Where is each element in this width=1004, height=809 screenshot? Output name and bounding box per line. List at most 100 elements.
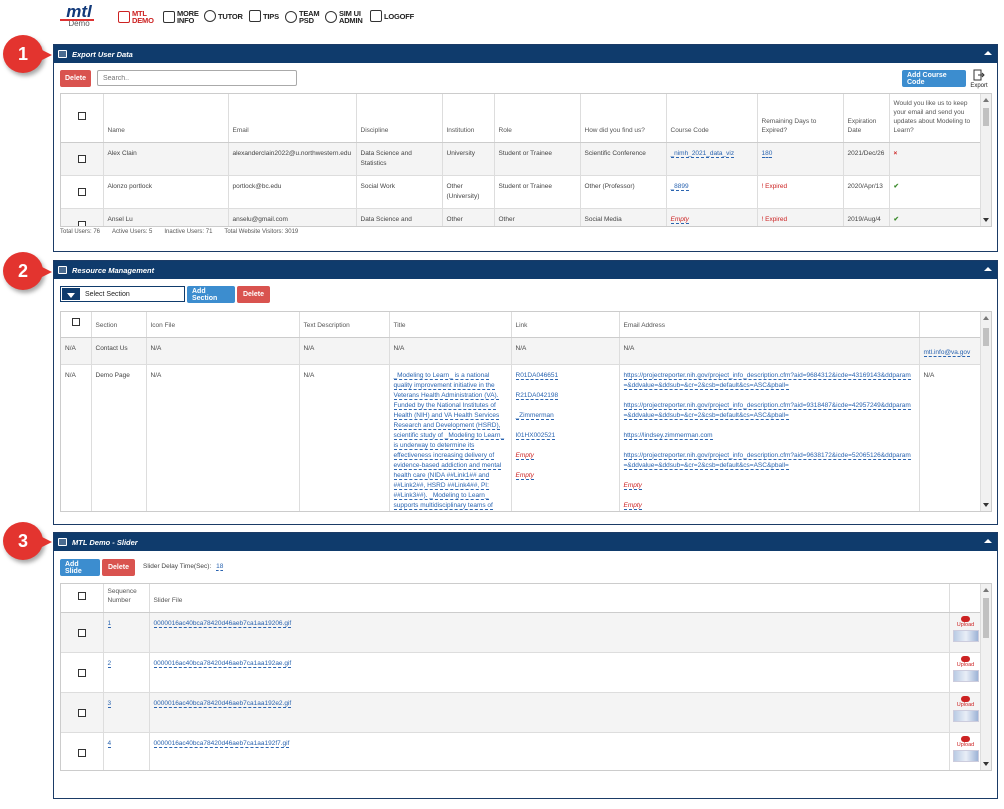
total-visitors: Total Website Visitors: 3019 bbox=[224, 229, 299, 235]
nav-item-mtl[interactable]: MTL DEMO bbox=[118, 10, 154, 24]
resource-url[interactable]: https://projectreporter.nih.gov/project_… bbox=[623, 401, 911, 420]
row-checkbox[interactable] bbox=[77, 708, 86, 717]
remaining-days[interactable]: 180 bbox=[757, 142, 844, 176]
slider-delay-value[interactable]: 18 bbox=[216, 563, 224, 571]
nav-item-team[interactable]: TEAM PSD bbox=[285, 10, 320, 24]
slider-panel-header[interactable]: MTL Demo - Slider bbox=[54, 533, 997, 551]
slide-thumbnail bbox=[952, 750, 979, 762]
slider-file[interactable]: 0000016ac40bca78420d46aeb7ca1aa192ae.gif bbox=[149, 652, 950, 693]
row-checkbox[interactable] bbox=[77, 668, 86, 677]
user-search-input[interactable] bbox=[97, 70, 297, 86]
mtl-logo[interactable]: mtl Demo bbox=[58, 2, 100, 28]
delete-section-button[interactable]: Delete bbox=[237, 286, 270, 303]
upload-label[interactable]: Upload bbox=[951, 702, 981, 709]
nav-item-tutor[interactable]: TUTOR bbox=[204, 10, 243, 22]
select-all-users-checkbox[interactable] bbox=[77, 111, 86, 120]
table-row[interactable]: 1 0000016ac40bca78420d46aeb7ca1aa19206.gi… bbox=[61, 612, 983, 653]
upload-cell[interactable]: Upload bbox=[949, 732, 983, 770]
upload-cell[interactable]: Upload bbox=[949, 692, 983, 733]
select-all-resources-checkbox[interactable] bbox=[71, 318, 80, 327]
nav-item-tips[interactable]: TIPS bbox=[249, 10, 279, 22]
remaining-days: ! Expired bbox=[757, 208, 844, 226]
slider-file[interactable]: 0000016ac40bca78420d46aeb7ca1aa19206.gif bbox=[149, 612, 950, 653]
slides-table-scrollbar[interactable] bbox=[980, 584, 991, 770]
slider-panel: MTL Demo - Slider Add Slide Delete Slide… bbox=[53, 532, 998, 799]
table-row[interactable]: 2 0000016ac40bca78420d46aeb7ca1aa192ae.gi… bbox=[61, 652, 983, 693]
active-users: Active Users: 5 bbox=[112, 229, 153, 235]
course-code[interactable]: Empty bbox=[666, 208, 758, 226]
add-course-code-button[interactable]: Add Course Code bbox=[902, 70, 966, 87]
resource-title: N/A bbox=[389, 337, 512, 365]
users-table-scrollbar[interactable] bbox=[980, 94, 991, 226]
collapse-caret-icon[interactable] bbox=[984, 267, 992, 271]
slider-file[interactable]: 0000016ac40bca78420d46aeb7ca1aa192e2.gif bbox=[149, 692, 950, 733]
table-row[interactable]: N/A Demo Page N/A N/A _Modeling to Learn_ is… bbox=[61, 364, 983, 511]
resource-link: N/A bbox=[511, 337, 620, 365]
nav-item-label: MTL DEMO bbox=[132, 9, 154, 25]
logo-text: mtl bbox=[66, 2, 92, 21]
table-row[interactable]: Ansel Lu anselu@gmail.com Data Science and… bbox=[61, 208, 983, 226]
table-row[interactable]: 4 0000016ac40bca78420d46aeb7ca1aa192f7.gi… bbox=[61, 732, 983, 770]
delete-slide-button[interactable]: Delete bbox=[102, 559, 135, 576]
collapse-caret-icon[interactable] bbox=[984, 539, 992, 543]
resource-extra: N/A bbox=[919, 364, 983, 511]
resource-na: N/A bbox=[61, 364, 92, 511]
sequence-number[interactable]: 3 bbox=[103, 692, 150, 733]
add-slide-button[interactable]: Add Slide bbox=[60, 559, 100, 576]
upload-label[interactable]: Upload bbox=[951, 742, 981, 749]
row-checkbox[interactable] bbox=[77, 187, 86, 196]
table-row[interactable]: Alonzo portlock portlock@bc.edu Social Wor… bbox=[61, 175, 983, 209]
user-discipline: Data Science and Statistics bbox=[356, 208, 443, 226]
resource-url[interactable]: Empty bbox=[623, 501, 642, 510]
row-checkbox[interactable] bbox=[77, 748, 86, 757]
upload-label[interactable]: Upload bbox=[951, 662, 981, 669]
course-code[interactable]: _8899 bbox=[666, 175, 758, 209]
select-all-slides-checkbox[interactable] bbox=[77, 592, 86, 600]
slider-delay-label: Slider Delay Time(Sec): bbox=[143, 563, 212, 570]
course-code[interactable]: _nimh_2021_data_viz bbox=[666, 142, 758, 176]
table-row[interactable]: Alex Clain alexanderclain2022@u.northwest… bbox=[61, 142, 983, 176]
add-section-button[interactable]: Add Section bbox=[187, 286, 235, 303]
resources-table-scrollbar[interactable] bbox=[980, 312, 991, 511]
resource-title[interactable]: _Modeling to Learn_ is a national qualit… bbox=[389, 364, 512, 511]
resource-link[interactable]: R21DA042198 bbox=[515, 391, 559, 400]
row-checkbox[interactable] bbox=[77, 154, 86, 163]
callout-2: 2 bbox=[3, 252, 52, 290]
slides-table: Sequence Number Slider File 1 0000016ac40bc… bbox=[60, 583, 992, 771]
nav-item-sim-ui[interactable]: SIM UI ADMIN bbox=[325, 10, 363, 24]
nav-item-more[interactable]: MORE INFO bbox=[163, 10, 199, 24]
export-button[interactable]: Export bbox=[968, 69, 990, 89]
resource-contact-email[interactable]: mtl.info@va.gov bbox=[919, 337, 983, 365]
resource-links: R01DA046651 R21DA042198 _Zimmerman I01HX002… bbox=[511, 364, 620, 511]
resource-link[interactable]: Empty bbox=[515, 451, 534, 460]
resource-link[interactable]: I01HX002521 bbox=[515, 431, 556, 440]
resource-panel-header[interactable]: Resource Management bbox=[54, 261, 997, 279]
nav-item-logoff[interactable]: LOGOFF bbox=[370, 10, 414, 22]
upload-cell[interactable]: Upload bbox=[949, 612, 983, 653]
upload-cell[interactable]: Upload bbox=[949, 652, 983, 693]
resource-link[interactable]: R01DA046651 bbox=[515, 371, 559, 380]
sequence-number[interactable]: 1 bbox=[103, 612, 150, 653]
upload-label[interactable]: Upload bbox=[951, 622, 981, 629]
collapse-caret-icon[interactable] bbox=[984, 51, 992, 55]
resource-url[interactable]: https://projectreporter.nih.gov/project_… bbox=[623, 451, 911, 470]
sequence-number[interactable]: 4 bbox=[103, 732, 150, 770]
table-row[interactable]: N/A Contact Us N/A N/A N/A N/A N/A mtl.info@va.… bbox=[61, 337, 983, 365]
section-select[interactable]: Select Section bbox=[60, 286, 185, 302]
export-panel-header[interactable]: Export User Data bbox=[54, 45, 997, 63]
section-select-value: Select Section bbox=[85, 290, 130, 298]
resource-link[interactable]: Empty bbox=[515, 471, 534, 480]
slider-file[interactable]: 0000016ac40bca78420d46aeb7ca1aa192f7.gif bbox=[149, 732, 950, 770]
resource-link[interactable]: _Zimmerman bbox=[515, 411, 554, 420]
resource-url[interactable]: https://projectreporter.nih.gov/project_… bbox=[623, 371, 911, 390]
gear-icon bbox=[325, 11, 337, 23]
sequence-number[interactable]: 2 bbox=[103, 652, 150, 693]
resource-na: N/A bbox=[61, 337, 92, 365]
resource-url[interactable]: https://lindsey.zimmerman.com bbox=[623, 431, 713, 440]
delete-users-button[interactable]: Delete bbox=[60, 70, 92, 87]
row-checkbox[interactable] bbox=[77, 220, 86, 226]
resource-section: Contact Us bbox=[91, 337, 147, 365]
row-checkbox[interactable] bbox=[77, 628, 86, 637]
resource-url[interactable]: Empty bbox=[623, 481, 642, 490]
table-row[interactable]: 3 0000016ac40bca78420d46aeb7ca1aa192e2.gi… bbox=[61, 692, 983, 733]
